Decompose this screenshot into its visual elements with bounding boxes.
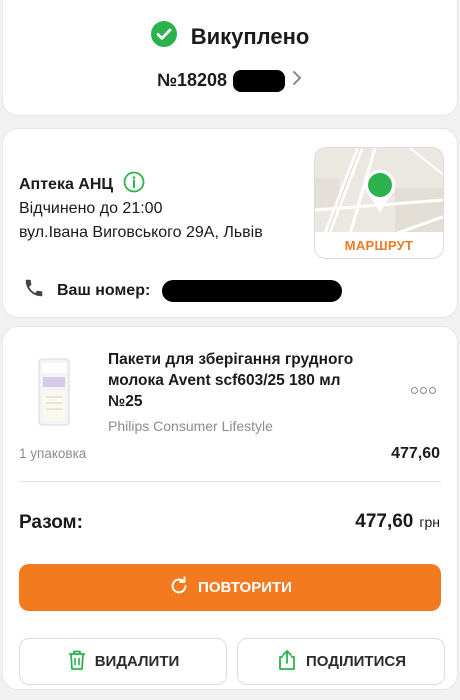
product-card: Пакети для зберігання грудного молока Av… <box>2 326 458 690</box>
total-currency: грн <box>419 514 440 530</box>
share-label: ПОДІЛИТИСЯ <box>306 653 406 670</box>
phone-icon <box>23 277 45 304</box>
map-preview[interactable]: МАРШРУТ <box>314 147 444 259</box>
pharmacy-name-row: Аптека АНЦ <box>19 171 145 198</box>
product-image[interactable] <box>29 357 79 427</box>
product-title[interactable]: Пакети для зберігання грудного молока Av… <box>108 349 378 412</box>
repeat-order-button[interactable]: ПОВТОРИТИ <box>19 564 441 611</box>
total-label: Разом: <box>19 512 83 533</box>
pharmacy-address: вул.Івана Виговського 29А, Львів <box>19 224 263 241</box>
phone-label: Ваш номер: <box>57 281 151 299</box>
pharmacy-hours: Відчинено до 21:00 <box>19 200 163 217</box>
status-row: Викуплено <box>3 21 457 52</box>
order-number: №18208 <box>156 70 228 90</box>
share-button[interactable]: ПОДІЛИТИСЯ <box>237 638 445 685</box>
status-card: Викуплено №18208 <box>2 0 458 116</box>
trash-icon <box>67 649 87 675</box>
order-number-link[interactable]: №18208 <box>3 69 457 92</box>
redacted-phone <box>162 279 343 302</box>
delete-button[interactable]: ВИДАЛИТИ <box>19 638 227 685</box>
chevron-right-icon <box>291 69 303 92</box>
redacted-order-suffix <box>233 69 286 92</box>
info-icon[interactable] <box>123 171 145 198</box>
check-circle-icon <box>150 21 177 52</box>
map-route-button[interactable]: МАРШРУТ <box>315 232 443 258</box>
product-quantity: 1 упаковка <box>19 446 87 461</box>
map-pin-icon <box>363 168 397 219</box>
product-price: 477,60 <box>391 445 440 462</box>
more-icon[interactable] <box>411 387 436 394</box>
status-title: Викуплено <box>190 23 310 49</box>
product-brand: Philips Consumer Lifestyle <box>108 418 273 434</box>
pharmacy-name: Аптека АНЦ <box>19 175 114 193</box>
pharmacy-card: Аптека АНЦ Відчинено до 21:00 вул.Івана … <box>2 128 458 318</box>
delete-label: ВИДАЛИТИ <box>94 653 180 670</box>
share-icon <box>276 649 298 675</box>
phone-row: Ваш номер: <box>23 277 343 304</box>
refresh-icon <box>168 575 190 601</box>
total-amount: 477,60 <box>355 511 414 532</box>
repeat-label: ПОВТОРИТИ <box>198 579 292 596</box>
total-value: 477,60 грн <box>355 511 440 533</box>
divider <box>19 481 441 482</box>
